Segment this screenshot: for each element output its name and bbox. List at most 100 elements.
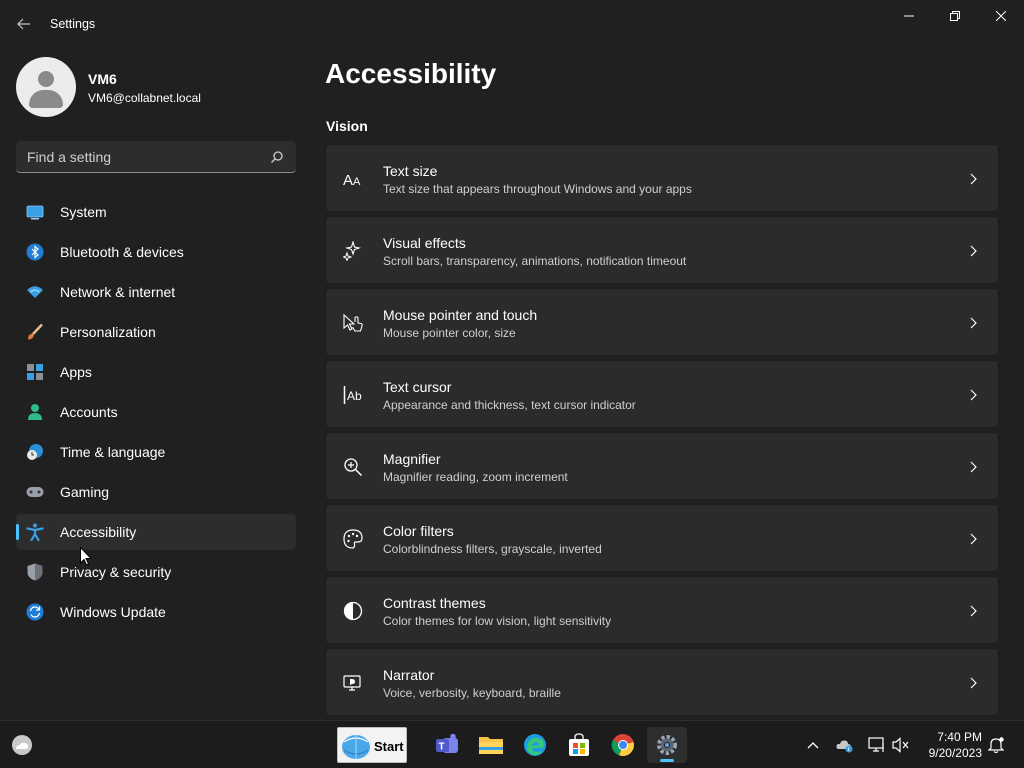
card-title: Text cursor: [383, 379, 452, 395]
sidebar-item-accessibility[interactable]: Accessibility: [16, 514, 296, 550]
bluetooth-icon: [26, 243, 44, 261]
search-input[interactable]: Find a setting: [16, 141, 296, 173]
notifications-button[interactable]: [986, 735, 1006, 755]
accessibility-icon: [26, 523, 44, 541]
sidebar-item-accounts[interactable]: Accounts: [16, 394, 296, 430]
setting-card-color-filters[interactable]: Color filters Colorblindness filters, gr…: [325, 504, 999, 572]
search-placeholder: Find a setting: [27, 149, 112, 165]
network-tray-button[interactable]: [867, 735, 887, 755]
card-title: Narrator: [383, 667, 435, 683]
user-profile[interactable]: VM6 VM6@collabnet.local: [16, 57, 296, 117]
clock-time: 7:40 PM: [937, 730, 982, 744]
onedrive-tray-button[interactable]: i: [835, 735, 855, 755]
cloud-sync-icon: i: [836, 740, 853, 753]
setting-card-text-size[interactable]: AA Text size Text size that appears thro…: [325, 144, 999, 212]
clock-date: 9/20/2023: [928, 746, 982, 760]
settings-list: AA Text size Text size that appears thro…: [325, 144, 999, 720]
card-title: Contrast themes: [383, 595, 486, 611]
magnifier-icon: [344, 458, 363, 477]
card-title: Magnifier: [383, 451, 441, 467]
start-button[interactable]: Start: [337, 727, 407, 763]
teams-taskbar-button[interactable]: T: [427, 727, 467, 763]
chevron-right-icon: [970, 605, 977, 617]
taskbar-clock[interactable]: 7:40 PM 9/20/2023: [916, 729, 982, 761]
setting-card-text-cursor[interactable]: Ab Text cursor Appearance and thickness,…: [325, 360, 999, 428]
narrator-icon: [343, 675, 361, 691]
palette-icon: [343, 529, 363, 549]
sidebar-item-apps[interactable]: Apps: [16, 354, 296, 390]
svg-text:A: A: [353, 176, 361, 188]
setting-card-mouse-pointer[interactable]: Mouse pointer and touch Mouse pointer co…: [325, 288, 999, 356]
profile-email: VM6@collabnet.local: [88, 91, 201, 105]
sidebar-item-personalization[interactable]: Personalization: [16, 314, 296, 350]
sidebar-item-label: System: [60, 204, 107, 220]
text-size-icon: AA: [343, 172, 361, 189]
folder-icon: [479, 737, 503, 754]
contrast-icon: [343, 601, 363, 621]
avatar: [16, 57, 76, 117]
setting-card-visual-effects[interactable]: Visual effects Scroll bars, transparency…: [325, 216, 999, 284]
edge-taskbar-button[interactable]: [515, 727, 555, 763]
restore-button[interactable]: [932, 0, 978, 32]
card-description: Magnifier reading, zoom increment: [383, 470, 568, 484]
sidebar-item-bluetooth[interactable]: Bluetooth & devices: [16, 234, 296, 270]
card-description: Appearance and thickness, text cursor in…: [383, 398, 636, 412]
gamepad-icon: [26, 487, 44, 497]
minimize-icon: [904, 15, 914, 17]
chrome-icon: [611, 734, 634, 757]
sidebar-item-label: Gaming: [60, 484, 110, 500]
close-button[interactable]: [978, 0, 1024, 32]
sidebar-item-windows-update[interactable]: Windows Update: [16, 594, 296, 630]
pointer-touch-icon: [343, 313, 363, 332]
chevron-right-icon: [970, 677, 977, 689]
page-title: Accessibility: [325, 58, 497, 89]
setting-card-magnifier[interactable]: Magnifier Magnifier reading, zoom increm…: [325, 432, 999, 500]
sidebar-item-label: Personalization: [60, 324, 156, 340]
teams-icon: T: [436, 733, 458, 753]
chevron-right-icon: [970, 173, 977, 185]
start-logo-icon: [342, 735, 370, 759]
settings-taskbar-button[interactable]: [647, 727, 687, 763]
sidebar-item-privacy[interactable]: Privacy & security: [16, 554, 296, 590]
chrome-taskbar-button[interactable]: [603, 727, 643, 763]
svg-text:T: T: [439, 742, 445, 753]
sidebar-item-label: Bluetooth & devices: [60, 244, 184, 260]
card-description: Color themes for low vision, light sensi…: [383, 614, 612, 628]
sidebar-item-network[interactable]: Network & internet: [16, 274, 296, 310]
title-bar: Settings: [0, 0, 1024, 48]
card-description: Colorblindness filters, grayscale, inver…: [383, 542, 602, 556]
sidebar-item-time-language[interactable]: Time & language: [16, 434, 296, 470]
volume-tray-button[interactable]: [891, 735, 911, 755]
volume-muted-icon: [892, 737, 909, 753]
window-title: Settings: [50, 17, 96, 31]
store-taskbar-button[interactable]: [559, 727, 599, 763]
search-icon: [271, 151, 283, 163]
apps-icon: [27, 364, 43, 380]
minimize-button[interactable]: [886, 0, 932, 32]
store-icon: [569, 733, 589, 756]
chevron-right-icon: [970, 389, 977, 401]
notification-bell-icon: [987, 737, 1005, 754]
file-explorer-taskbar-button[interactable]: [471, 727, 511, 763]
chevron-right-icon: [970, 461, 977, 473]
show-hidden-icons-button[interactable]: [803, 735, 823, 755]
sidebar-item-system[interactable]: System: [16, 194, 296, 230]
system-icon: [26, 205, 44, 220]
globe-clock-icon: [27, 444, 43, 460]
back-arrow-icon: [17, 18, 30, 30]
card-description: Scroll bars, transparency, animations, n…: [383, 254, 687, 268]
weather-icon[interactable]: [10, 733, 34, 757]
sidebar-item-gaming[interactable]: Gaming: [16, 474, 296, 510]
setting-card-contrast-themes[interactable]: Contrast themes Color themes for low vis…: [325, 576, 999, 644]
update-icon: [26, 603, 44, 621]
card-title: Color filters: [383, 523, 454, 539]
back-button[interactable]: [12, 12, 36, 36]
mouse-cursor-icon: [80, 547, 92, 566]
setting-card-narrator[interactable]: Narrator Voice, verbosity, keyboard, bra…: [325, 648, 999, 716]
profile-name: VM6: [88, 71, 117, 87]
sidebar-item-label: Apps: [60, 364, 92, 380]
sidebar-item-label: Network & internet: [60, 284, 176, 300]
close-icon: [996, 11, 1006, 21]
start-label: Start: [374, 739, 404, 754]
chevron-up-icon: [807, 742, 819, 749]
